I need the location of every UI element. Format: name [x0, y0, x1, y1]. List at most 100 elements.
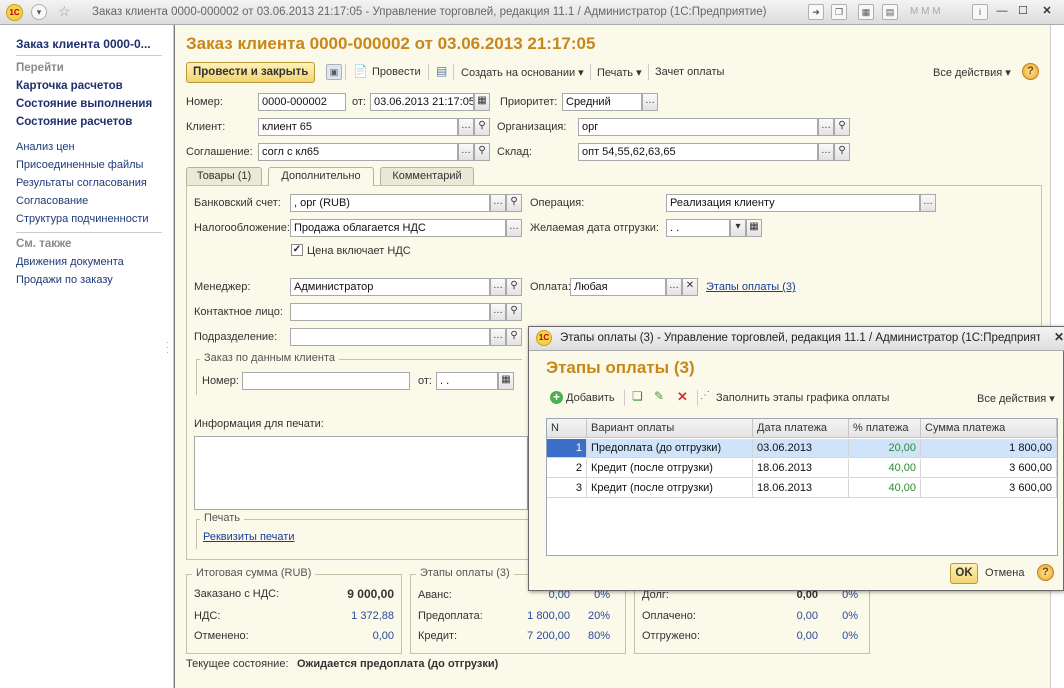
divider: [648, 64, 649, 80]
ok-button[interactable]: OK: [950, 563, 978, 584]
contact-select-button[interactable]: …: [490, 303, 506, 321]
bank-select-button[interactable]: …: [490, 194, 506, 212]
post-and-close-button[interactable]: Провести и закрыть: [186, 62, 316, 83]
date-field[interactable]: 03.06.2013 21:17:05: [370, 93, 474, 111]
bank-account-field[interactable]: , орг (RUB): [290, 194, 490, 212]
organization-field[interactable]: орг: [578, 118, 818, 136]
client-date-calendar-icon[interactable]: ▦: [498, 372, 514, 390]
nav-item-execution-state[interactable]: Состояние выполнения: [16, 98, 152, 110]
payment-select-button[interactable]: …: [666, 278, 682, 296]
manager-search-icon[interactable]: ⚲: [506, 278, 522, 296]
print-info-textarea[interactable]: [194, 436, 528, 510]
operation-select-button[interactable]: …: [920, 194, 936, 212]
info-icon[interactable]: i: [972, 4, 988, 20]
favorite-star-icon[interactable]: ☆: [58, 3, 71, 20]
table-row[interactable]: 3 Кредит (после отгрузки) 18.06.2013 40,…: [547, 479, 1057, 498]
operation-field[interactable]: Реализация клиенту: [666, 194, 920, 212]
division-select-button[interactable]: …: [490, 328, 506, 346]
warehouse-field[interactable]: опт 54,55,62,63,65: [578, 143, 818, 161]
nav-item-settlement-state[interactable]: Состояние расчетов: [16, 116, 132, 128]
close-icon[interactable]: ✕: [1038, 4, 1056, 20]
agreement-search-icon[interactable]: ⚲: [474, 143, 490, 161]
splitter-handle[interactable]: · · ·: [166, 338, 169, 357]
number-field[interactable]: 0000-000002: [258, 93, 346, 111]
table-row[interactable]: 2 Кредит (после отгрузки) 18.06.2013 40,…: [547, 459, 1057, 478]
edit-pencil-icon[interactable]: ✎: [654, 389, 664, 403]
popup-close-icon[interactable]: ✕: [1054, 330, 1064, 344]
taxation-select-button[interactable]: …: [506, 219, 522, 237]
client-select-button[interactable]: …: [458, 118, 474, 136]
all-actions-button[interactable]: Все действия ▾: [933, 66, 1011, 79]
nav-link-price-analysis[interactable]: Анализ цен: [16, 141, 75, 153]
nav-link-approval[interactable]: Согласование: [16, 195, 88, 207]
nav-item-payment-card[interactable]: Карточка расчетов: [16, 80, 123, 92]
bank-search-icon[interactable]: ⚲: [506, 194, 522, 212]
client-number-field[interactable]: [242, 372, 410, 390]
calendar-icon[interactable]: ▤: [882, 4, 898, 20]
print-button[interactable]: Печать ▾: [597, 66, 642, 79]
column-header-date[interactable]: Дата платежа: [753, 419, 849, 438]
calculator-icon[interactable]: ▦: [858, 4, 874, 20]
popup-help-icon[interactable]: ?: [1037, 564, 1054, 581]
division-search-icon[interactable]: ⚲: [506, 328, 522, 346]
nav-link-sales-by-order[interactable]: Продажи по заказу: [16, 274, 113, 286]
nav-link-subordination[interactable]: Структура подчиненности: [16, 213, 149, 225]
organization-search-icon[interactable]: ⚲: [834, 118, 850, 136]
help-icon[interactable]: ?: [1022, 63, 1039, 80]
client-open-search-icon[interactable]: ⚲: [474, 118, 490, 136]
column-header-percent[interactable]: % платежа: [849, 419, 921, 438]
maximize-icon[interactable]: ☐: [1014, 4, 1032, 20]
minimize-icon[interactable]: —: [993, 4, 1011, 20]
copy-row-icon[interactable]: ❏: [632, 389, 643, 403]
payment-stages-link[interactable]: Этапы оплаты (3): [706, 281, 796, 293]
copy-icon[interactable]: ❐: [831, 4, 847, 20]
add-button[interactable]: Добавить: [566, 392, 615, 404]
priority-field[interactable]: Средний: [562, 93, 642, 111]
manager-select-button[interactable]: …: [490, 278, 506, 296]
table-row[interactable]: 1 Предоплата (до отгрузки) 03.06.2013 20…: [547, 439, 1057, 458]
nav-panel-title[interactable]: Заказ клиента 0000-0...: [16, 37, 151, 51]
create-based-on-button[interactable]: Создать на основании ▾: [461, 66, 584, 79]
tab-comment[interactable]: Комментарий: [380, 167, 474, 185]
manager-field[interactable]: Администратор: [290, 278, 490, 296]
menu-arrow-icon[interactable]: ▾: [31, 4, 47, 20]
priority-select-button[interactable]: …: [642, 93, 658, 111]
popup-all-actions-button[interactable]: Все действия ▾: [977, 392, 1055, 405]
payment-offset-button[interactable]: Зачет оплаты: [655, 66, 724, 78]
agreement-field[interactable]: согл с кл65: [258, 143, 458, 161]
contact-search-icon[interactable]: ⚲: [506, 303, 522, 321]
warehouse-select-button[interactable]: …: [818, 143, 834, 161]
ship-date-dropdown-icon[interactable]: ▾: [730, 219, 746, 237]
app-logo-icon[interactable]: 1С: [6, 4, 23, 21]
calendar-icon[interactable]: ▦: [474, 93, 490, 111]
post-button[interactable]: Провести: [372, 66, 421, 78]
ship-date-calendar-icon[interactable]: ▦: [746, 219, 762, 237]
ship-date-field[interactable]: . .: [666, 219, 730, 237]
payment-clear-icon[interactable]: ✕: [682, 278, 698, 296]
save-icon[interactable]: ▣: [326, 64, 342, 80]
client-date-field[interactable]: . .: [436, 372, 498, 390]
price-includes-vat-checkbox[interactable]: ✓: [291, 244, 303, 256]
division-field[interactable]: [290, 328, 490, 346]
cancel-button[interactable]: Отмена: [985, 567, 1024, 579]
column-header-n[interactable]: N: [547, 419, 587, 438]
nav-link-document-movements[interactable]: Движения документа: [16, 256, 124, 268]
agreement-select-button[interactable]: …: [458, 143, 474, 161]
taxation-field[interactable]: Продажа облагается НДС: [290, 219, 506, 237]
tab-additional[interactable]: Дополнительно: [268, 167, 374, 186]
delete-icon[interactable]: ✕: [677, 389, 688, 405]
journal-icon[interactable]: ▤: [436, 64, 447, 78]
fill-schedule-button[interactable]: Заполнить этапы графика оплаты: [716, 392, 889, 404]
tab-goods[interactable]: Товары (1): [186, 167, 262, 185]
organization-select-button[interactable]: …: [818, 118, 834, 136]
contact-field[interactable]: [290, 303, 490, 321]
warehouse-search-icon[interactable]: ⚲: [834, 143, 850, 161]
client-field[interactable]: клиент 65: [258, 118, 458, 136]
nav-link-approval-results[interactable]: Результаты согласования: [16, 177, 147, 189]
nav-link-attached-files[interactable]: Присоединенные файлы: [16, 159, 143, 171]
column-header-sum[interactable]: Сумма платежа: [921, 419, 1057, 438]
nav-back-icon[interactable]: ➜: [808, 4, 824, 20]
payment-field[interactable]: Любая: [570, 278, 666, 296]
print-requisites-link[interactable]: Реквизиты печати: [203, 531, 294, 543]
column-header-variant[interactable]: Вариант оплаты: [587, 419, 753, 438]
